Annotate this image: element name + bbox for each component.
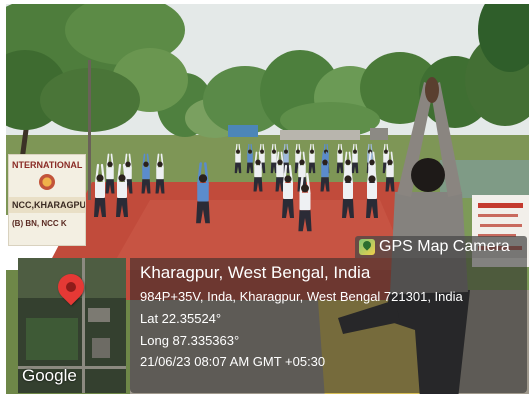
gps-map-camera-badge: GPS Map Camera xyxy=(355,236,527,258)
address-line: 984P+35V, Inda, Kharagpur, West Bengal 7… xyxy=(140,289,463,304)
map-building xyxy=(88,308,110,322)
banner-line-2: NCC,KHARAGPUR xyxy=(12,200,86,210)
map-pin-icon xyxy=(359,239,375,255)
gps-info-panel: Kharagpur, West Bengal, India 984P+35V, … xyxy=(130,258,527,393)
map-road xyxy=(82,258,85,393)
left-banner: NTERNATIONAL NCC,KHARAGPUR (B) BN, NCC K xyxy=(8,154,86,246)
map-thumbnail: Google xyxy=(18,258,126,393)
longitude-value: Long 87.335363° xyxy=(140,333,240,348)
map-building xyxy=(92,338,110,358)
place-name: Kharagpur, West Bengal, India xyxy=(140,263,371,282)
map-park xyxy=(26,318,78,360)
ncc-emblem-icon xyxy=(39,174,55,190)
latitude-value: Lat 22.35524° xyxy=(140,311,222,326)
timestamp: 21/06/23 08:07 AM GMT +05:30 xyxy=(140,354,326,369)
map-provider-label: Google xyxy=(22,366,77,385)
banner-line-3: (B) BN, NCC K xyxy=(12,219,67,228)
banner-line-1: NTERNATIONAL xyxy=(12,160,83,170)
badge-label: GPS Map Camera xyxy=(379,238,510,255)
